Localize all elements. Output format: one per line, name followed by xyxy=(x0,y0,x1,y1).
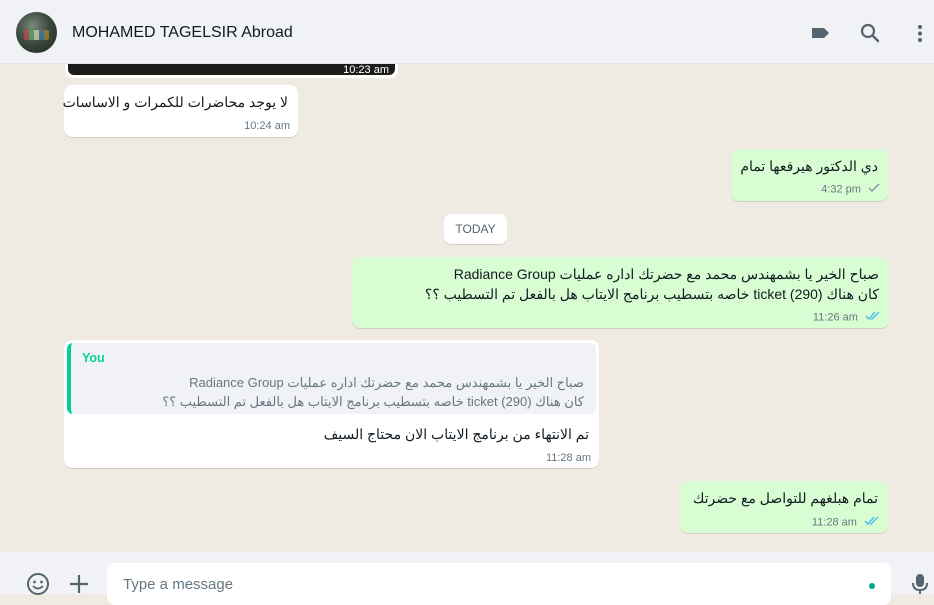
emoji-icon[interactable] xyxy=(26,572,50,600)
message-meta: 11:28 am xyxy=(812,516,880,529)
message-input[interactable] xyxy=(107,563,891,605)
composer-bar xyxy=(0,552,934,605)
quote-author: You xyxy=(82,351,105,365)
message-time: 11:28 am xyxy=(811,516,857,529)
image-thumbnail[interactable]: 10:23 am xyxy=(68,64,395,76)
message-text-line-1: صباح الخير يا بشمهندس محمد مع حضرتك ادار… xyxy=(453,266,879,282)
message-time: 10:23 am xyxy=(343,64,389,76)
contact-name[interactable]: MOHAMED TAGELSIR Abroad xyxy=(72,24,293,42)
message-meta: 11:26 am xyxy=(813,311,881,324)
outgoing-message[interactable]: صباح الخير يا بشمهندس محمد مع حضرتك ادار… xyxy=(352,257,889,328)
read-ticks-icon xyxy=(864,516,880,529)
read-ticks-icon xyxy=(865,311,881,324)
message-text: لا يوجد محاضرات للكمرات و الاساسات xyxy=(62,94,288,110)
microphone-icon[interactable] xyxy=(910,572,930,600)
message-time: 11:26 am xyxy=(812,311,858,324)
message-text: تم الانتهاء من برنامج الايتاب الان محتاج… xyxy=(323,426,589,442)
message-time: 4:32 pm xyxy=(821,183,861,196)
message-time: 11:28 am xyxy=(545,452,591,464)
incoming-message[interactable]: لا يوجد محاضرات للكمرات و الاساسات 10:24… xyxy=(62,85,298,137)
grammar-indicator-icon xyxy=(869,583,875,589)
sent-tick-icon xyxy=(868,183,880,196)
outgoing-message[interactable]: دي الدكتور هيرفعها تمام 4:32 pm xyxy=(731,149,888,201)
quote-text-line-2: كان هناك (290) ticket خاصه بتسطيب برنامج… xyxy=(162,394,584,409)
outgoing-message[interactable]: تمام هبلغهم للتواصل مع حضرتك 11:28 am xyxy=(680,481,888,533)
chat-header: MOHAMED TAGELSIR Abroad xyxy=(0,0,934,64)
message-text: تمام هبلغهم للتواصل مع حضرتك xyxy=(692,490,878,506)
message-text: دي الدكتور هيرفعها تمام xyxy=(740,158,878,174)
chat-area[interactable]: 10:23 am لا يوجد محاضرات للكمرات و الاسا… xyxy=(0,64,934,552)
quoted-message[interactable]: You صباح الخير يا بشمهندس محمد مع حضرتك … xyxy=(67,343,596,414)
label-icon[interactable] xyxy=(809,22,831,44)
message-time: 10:24 am xyxy=(244,120,290,132)
message-meta: 4:32 pm xyxy=(821,183,880,196)
date-divider: TODAY xyxy=(444,214,507,244)
quote-text-line-1: صباح الخير يا بشمهندس محمد مع حضرتك ادار… xyxy=(189,375,584,390)
incoming-reply-message[interactable]: You صباح الخير يا بشمهندس محمد مع حضرتك … xyxy=(64,340,599,468)
message-text-line-2: كان هناك (290) ticket خاصه بتسطيب برنامج… xyxy=(424,286,879,302)
search-icon[interactable] xyxy=(859,22,881,44)
menu-icon[interactable] xyxy=(909,22,931,44)
image-message[interactable]: 10:23 am xyxy=(65,64,398,78)
contact-avatar[interactable] xyxy=(16,12,57,53)
attach-plus-icon[interactable] xyxy=(67,572,91,600)
